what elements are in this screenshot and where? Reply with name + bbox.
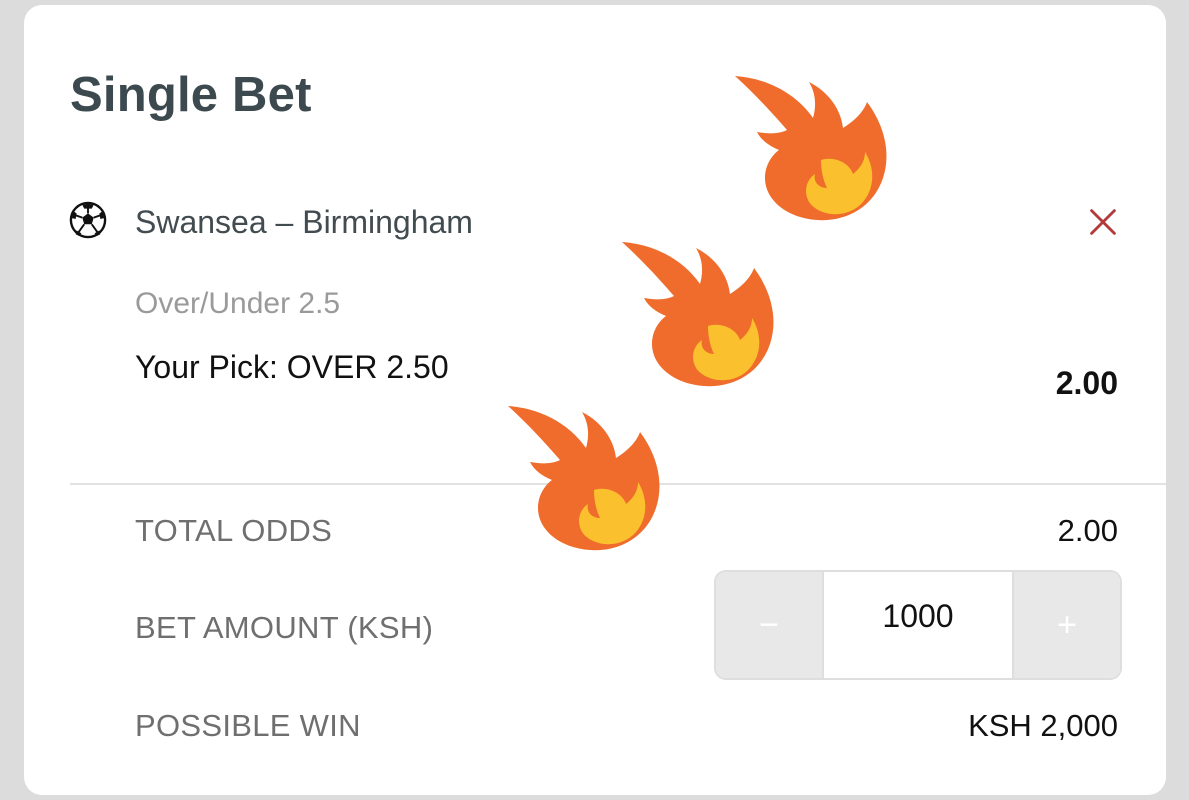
- selected-pick: Your Pick: OVER 2.50: [135, 349, 449, 385]
- bet-amount-input[interactable]: 1000: [822, 572, 1014, 678]
- market-name: Over/Under 2.5: [135, 287, 341, 320]
- fire-emoji-icon: [622, 242, 774, 387]
- bet-amount-stepper: − 1000 +: [714, 570, 1122, 680]
- bet-amount-label: BET AMOUNT (KSH): [135, 610, 434, 645]
- possible-win-label: POSSIBLE WIN: [135, 708, 361, 743]
- bet-slip-title: Single Bet: [70, 68, 312, 122]
- total-odds-label: TOTAL ODDS: [135, 513, 333, 548]
- increment-button[interactable]: +: [1014, 572, 1120, 678]
- pick-odds: 2.00: [1055, 365, 1118, 401]
- match-name: Swansea – Birmingham: [135, 204, 473, 240]
- total-odds-value: 2.00: [1057, 513, 1118, 548]
- soccer-ball-icon: [69, 201, 107, 239]
- possible-win-value: KSH 2,000: [968, 708, 1118, 743]
- fire-emoji-icon: [735, 76, 887, 221]
- decrement-button[interactable]: −: [716, 572, 822, 678]
- fire-emoji-icon: [508, 406, 660, 551]
- close-icon[interactable]: [1084, 203, 1122, 241]
